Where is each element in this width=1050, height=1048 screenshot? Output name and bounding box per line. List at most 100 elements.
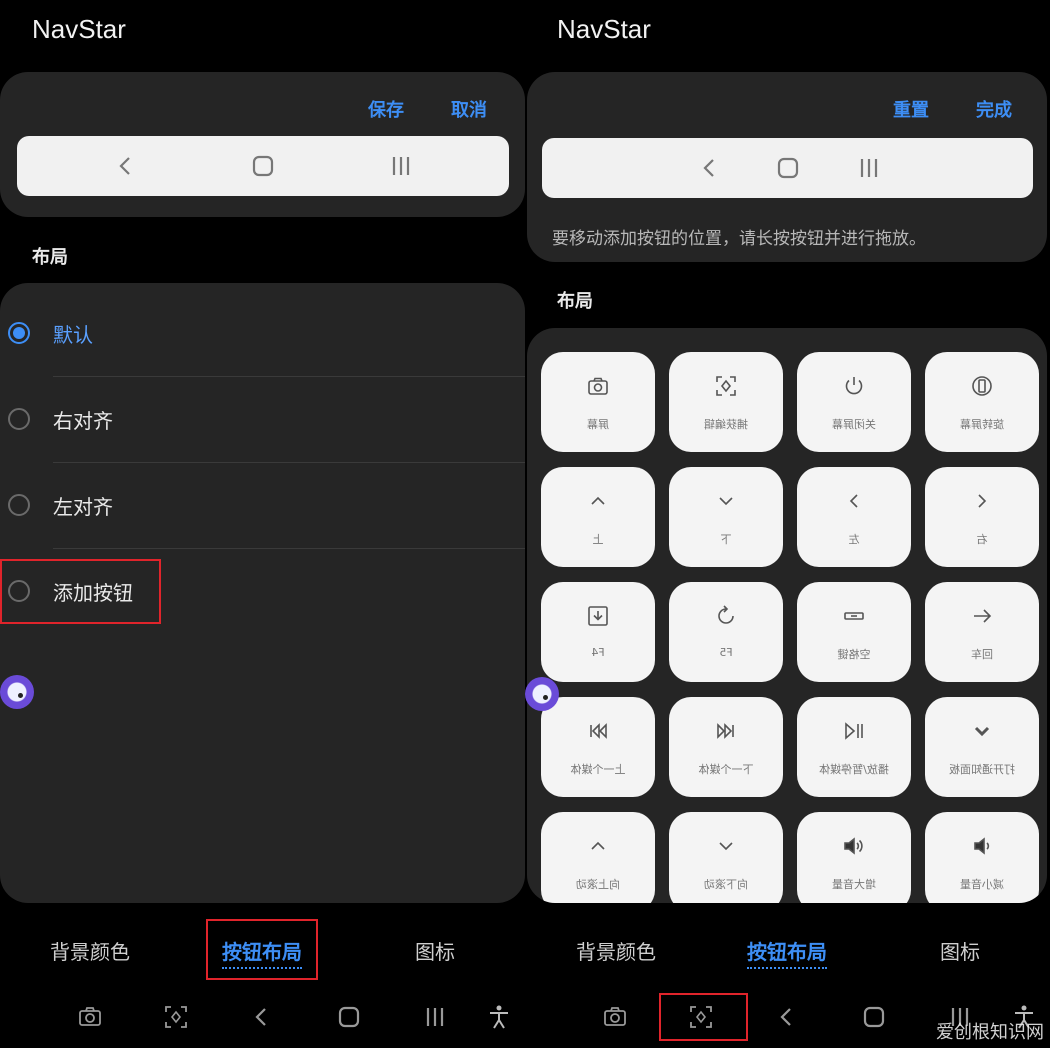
reset-button[interactable]: 重置 <box>893 96 929 122</box>
layout-button-label: 左 <box>848 533 860 546</box>
radio-button[interactable] <box>8 408 30 430</box>
tab-icon[interactable]: 图标 <box>415 936 455 965</box>
chevron-up-icon <box>591 496 605 505</box>
volume-down-icon <box>974 837 990 855</box>
layout-button[interactable]: 回车 <box>925 582 1039 682</box>
tab-background-color[interactable]: 背景颜色 <box>50 936 130 965</box>
app-title: NavStar <box>32 14 126 44</box>
drag-hint: 要移动添加按钮的位置，请长按按钮并进行拖放。 <box>552 229 926 249</box>
recents-icon[interactable] <box>422 1004 448 1030</box>
save-button[interactable]: 保存 <box>368 96 404 122</box>
radio-option-default[interactable]: 默认 <box>0 291 525 377</box>
layout-button[interactable]: 上一个媒体 <box>541 697 655 797</box>
navbar-preview-card: 重置 完成 要移动添加按钮的位置，请长按按钮并进行拖放。 <box>527 72 1047 262</box>
layout-button[interactable]: 向上滚动 <box>541 812 655 903</box>
layout-button[interactable]: 捕获编辑 <box>669 352 783 452</box>
layout-button[interactable]: 左 <box>797 467 911 567</box>
layout-button[interactable]: 上 <box>541 467 655 567</box>
layout-button-label: 右 <box>976 533 988 546</box>
layout-button[interactable]: 下一个媒体 <box>669 697 783 797</box>
radio-option-right-align[interactable]: 右对齐 <box>0 377 525 463</box>
layout-button[interactable]: 减小音量 <box>925 812 1039 903</box>
layout-button[interactable]: 右 <box>925 467 1039 567</box>
layout-button[interactable]: 增大音量 <box>797 812 911 903</box>
chevron-right-icon <box>978 494 987 508</box>
chevron-up-icon <box>591 841 605 850</box>
layout-button-label: F5 <box>719 646 733 659</box>
chevron-down-icon <box>719 497 733 506</box>
layout-button-label: 旋转屏幕 <box>960 418 1004 431</box>
radio-option-left-align[interactable]: 左对齐 <box>0 463 525 549</box>
home-icon <box>252 155 274 177</box>
cancel-button[interactable]: 取消 <box>451 96 487 122</box>
floating-handle[interactable] <box>0 675 34 709</box>
recents-icon <box>392 157 410 175</box>
layout-button[interactable]: F4 <box>541 582 655 682</box>
tab-background-color[interactable]: 背景颜色 <box>576 936 656 965</box>
radio-label: 默认 <box>53 323 93 347</box>
chevron-down-icon <box>719 842 733 851</box>
layout-button[interactable]: F5 <box>669 582 783 682</box>
camera-icon <box>588 377 608 395</box>
layout-button[interactable]: 向下滚动 <box>669 812 783 903</box>
capture-icon[interactable] <box>163 1004 189 1030</box>
section-label: 布局 <box>32 247 68 268</box>
refresh-icon <box>718 605 734 624</box>
download-box-icon <box>588 606 608 626</box>
home-icon <box>777 157 799 179</box>
layout-button-label: 向下滚动 <box>704 878 748 891</box>
layout-button-label: 向上滚动 <box>576 878 620 891</box>
radio-label: 左对齐 <box>53 495 113 519</box>
navbar-preview-card: 保存 取消 <box>0 72 525 217</box>
radio-button[interactable] <box>8 322 30 344</box>
layout-button-label: 空格键 <box>837 648 871 661</box>
layout-button-label: 回车 <box>971 648 993 661</box>
back-icon[interactable] <box>249 1004 275 1030</box>
skip-next-icon <box>717 723 734 739</box>
layout-button[interactable]: 打开通知面板 <box>925 697 1039 797</box>
layout-button-label: 关闭屏幕 <box>832 418 876 431</box>
accessibility-icon[interactable] <box>486 1004 512 1030</box>
home-icon[interactable] <box>336 1004 362 1030</box>
layout-button-label: 增大音量 <box>832 878 876 891</box>
app-title: NavStar <box>557 14 651 44</box>
layout-button-label: 上 <box>592 533 604 546</box>
layout-button[interactable]: 关闭屏幕 <box>797 352 911 452</box>
layout-button[interactable]: 旋转屏幕 <box>925 352 1039 452</box>
radio-button[interactable] <box>8 494 30 516</box>
highlight-box <box>659 993 748 1041</box>
tab-icon[interactable]: 图标 <box>940 936 980 965</box>
tab-button-layout[interactable]: 按钮布局 <box>747 936 827 969</box>
volume-up-icon <box>844 837 863 855</box>
chevron-down-bold-icon <box>974 726 990 737</box>
camera-icon[interactable] <box>77 1004 103 1030</box>
left-screen: NavStar 保存 取消 布局 默认 右对齐 左对齐 添加按钮 背景颜色 按钮… <box>0 0 525 1048</box>
done-button[interactable]: 完成 <box>976 96 1012 122</box>
arrow-right-icon <box>974 609 992 623</box>
right-screen: NavStar 重置 完成 要移动添加按钮的位置，请长按按钮并进行拖放。 布局 … <box>525 0 1050 1048</box>
layout-button[interactable]: 播放/暂停媒体 <box>797 697 911 797</box>
layout-button-label: 上一个媒体 <box>570 763 626 776</box>
camera-icon[interactable] <box>602 1004 628 1030</box>
layout-button-label: 捕获编辑 <box>704 418 748 431</box>
radio-label: 右对齐 <box>53 409 113 433</box>
back-icon <box>703 159 714 177</box>
rotate-screen-icon <box>972 376 992 396</box>
layout-button-label: F4 <box>591 646 605 659</box>
layout-button[interactable]: 下 <box>669 467 783 567</box>
home-icon[interactable] <box>861 1004 887 1030</box>
play-pause-icon <box>845 722 863 740</box>
layout-button-label: 播放/暂停媒体 <box>819 763 889 776</box>
layout-button[interactable]: 空格键 <box>797 582 911 682</box>
highlight-box <box>0 559 161 624</box>
layout-button-label: 打开通知面板 <box>949 763 1015 776</box>
chevron-left-icon <box>849 494 858 508</box>
floating-handle[interactable] <box>525 677 559 711</box>
watermark: 爱创根知识网 <box>936 1022 1044 1043</box>
layout-button-label: 下 <box>720 533 732 546</box>
back-icon[interactable] <box>774 1004 800 1030</box>
highlight-box <box>206 919 318 980</box>
recents-icon <box>860 159 878 177</box>
power-icon <box>845 377 863 395</box>
layout-button[interactable]: 屏幕 <box>541 352 655 452</box>
